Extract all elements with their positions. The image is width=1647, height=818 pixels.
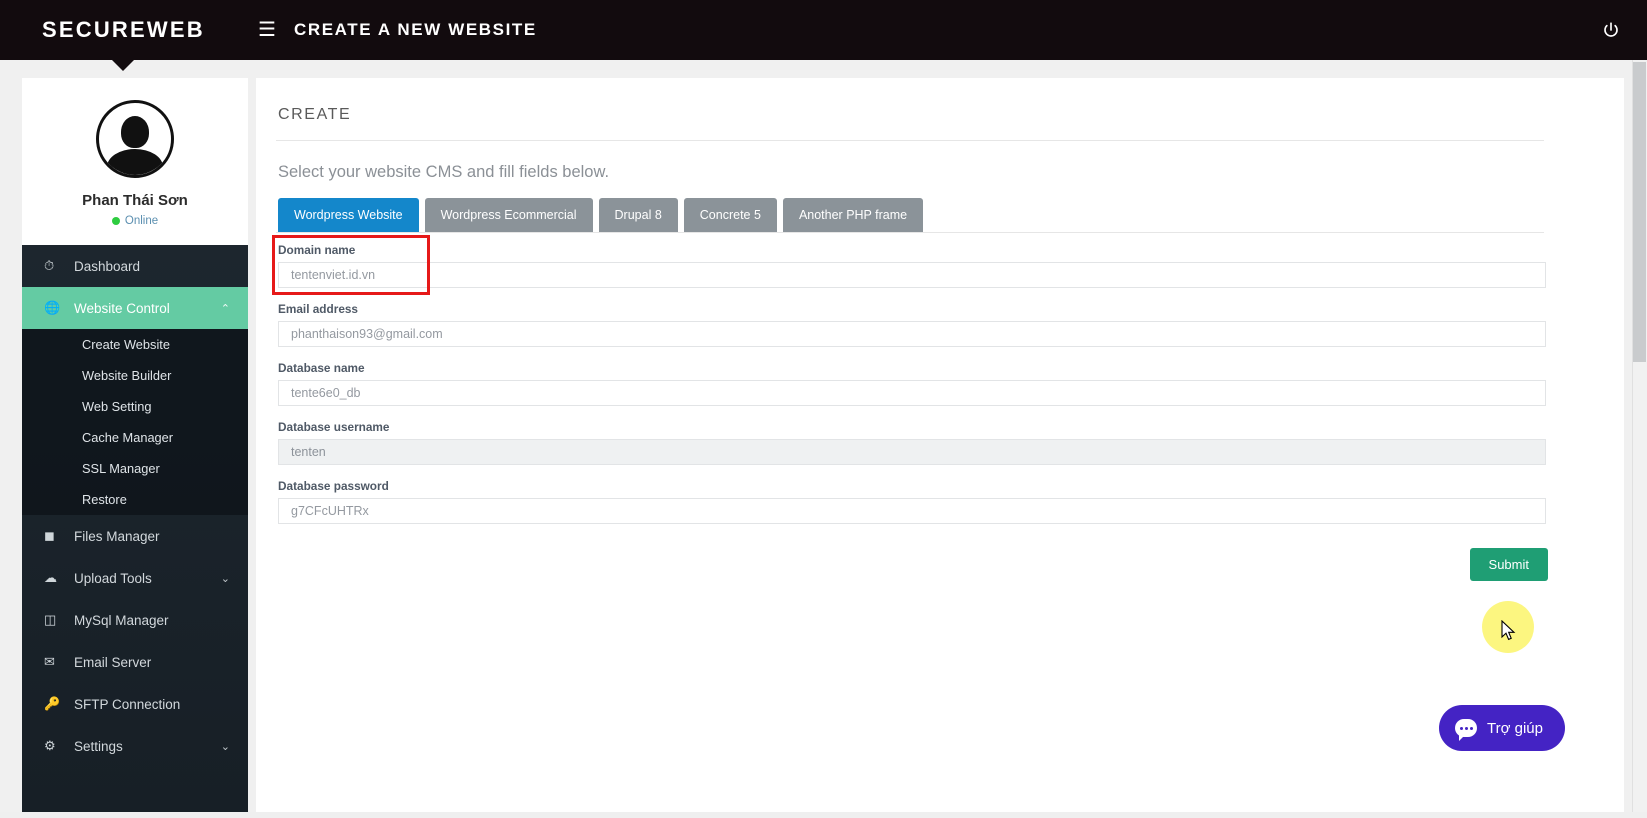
help-chat-button[interactable]: Trợ giúp	[1439, 705, 1565, 751]
field-label: Database password	[278, 479, 389, 493]
tab-another-php-frame[interactable]: Another PHP frame	[782, 198, 924, 232]
sidebar-nav: ⏱ Dashboard 🌐 Website Control ⌃ Create W…	[22, 245, 248, 767]
field-database-name: Database name	[278, 361, 1584, 406]
field-domain-name: Domain name	[272, 235, 1584, 295]
profile-card: Phan Thái Sơn Online	[22, 78, 248, 245]
title-divider	[276, 140, 1544, 141]
submit-row: Submit	[278, 548, 1548, 581]
cloud-upload-icon: ☁	[44, 570, 57, 585]
sidebar-item-sftp-connection[interactable]: 🔑 SFTP Connection	[22, 683, 248, 725]
sidebar-subitem-website-builder[interactable]: Website Builder	[22, 360, 248, 391]
sidebar-subitem-label: Cache Manager	[82, 430, 174, 445]
profile-name: Phan Thái Sơn	[82, 192, 188, 209]
database-username-input[interactable]	[278, 439, 1546, 465]
chevron-down-icon: ⌄	[220, 572, 230, 585]
sidebar: Phan Thái Sơn Online ⏱ Dashboard 🌐 Websi…	[22, 78, 248, 818]
sidebar-item-label: Settings	[74, 738, 123, 754]
sidebar-item-upload-tools[interactable]: ☁ Upload Tools ⌄	[22, 557, 248, 599]
status-badge: Online	[22, 215, 248, 227]
online-dot-icon	[111, 216, 120, 225]
sidebar-item-settings[interactable]: ⚙ Settings ⌄	[22, 725, 248, 767]
tab-wordpress-ecommercial[interactable]: Wordpress Ecommercial	[424, 198, 593, 232]
sidebar-subitem-label: SSL Manager	[82, 461, 160, 476]
sidebar-subitem-ssl-manager[interactable]: SSL Manager	[22, 453, 248, 484]
sidebar-item-label: SFTP Connection	[74, 696, 181, 712]
brand-logo[interactable]: SECUREWEB	[0, 17, 248, 43]
envelope-icon: ✉	[44, 654, 55, 669]
key-icon: 🔑	[44, 696, 61, 711]
sidebar-subitem-web-setting[interactable]: Web Setting	[22, 391, 248, 422]
field-label: Email address	[278, 302, 358, 316]
power-icon[interactable]	[1599, 18, 1623, 42]
header-notch	[112, 60, 134, 71]
tab-wordpress-website[interactable]: Wordpress Website	[278, 198, 419, 232]
database-icon: ◫	[44, 612, 57, 627]
page-scrollbar-thumb[interactable]	[1633, 62, 1646, 362]
sidebar-item-website-control[interactable]: 🌐 Website Control ⌃	[22, 287, 248, 329]
tab-drupal-8[interactable]: Drupal 8	[598, 198, 678, 232]
field-label: Database name	[278, 361, 365, 375]
email-address-input[interactable]	[278, 321, 1546, 347]
section-subtitle: Select your website CMS and fill fields …	[278, 163, 610, 181]
bottom-strip	[0, 812, 1647, 818]
field-email-address: Email address	[278, 302, 1584, 347]
create-website-form: Domain name Email address Database name …	[272, 233, 1584, 581]
sidebar-item-label: Upload Tools	[74, 570, 152, 586]
sidebar-item-email-server[interactable]: ✉ Email Server	[22, 641, 248, 683]
sidebar-subitem-label: Restore	[82, 492, 127, 507]
sidebar-subitem-cache-manager[interactable]: Cache Manager	[22, 422, 248, 453]
speedometer-icon: ⏱	[44, 258, 55, 273]
sidebar-item-mysql-manager[interactable]: ◫ MySql Manager	[22, 599, 248, 641]
sidebar-item-files-manager[interactable]: ◼ Files Manager	[22, 515, 248, 557]
folder-icon: ◼	[44, 528, 55, 543]
field-database-username: Database username	[278, 420, 1584, 465]
field-label: Database username	[278, 420, 390, 434]
app-root: SECUREWEB ☰ CREATE A NEW WEBSITE Phan Th…	[0, 0, 1647, 818]
globe-icon: 🌐	[44, 300, 61, 315]
help-chat-label: Trợ giúp	[1487, 719, 1543, 737]
sidebar-subitem-label: Create Website	[82, 337, 170, 352]
sidebar-item-label: Website Control	[74, 300, 170, 316]
sidebar-item-label: Email Server	[74, 654, 152, 670]
domain-name-input[interactable]	[278, 262, 1546, 288]
top-header: SECUREWEB ☰ CREATE A NEW WEBSITE	[0, 0, 1647, 60]
gears-icon: ⚙	[44, 738, 56, 753]
chat-bubble-icon	[1455, 719, 1477, 741]
sidebar-item-label: Dashboard	[74, 258, 141, 274]
section-title: CREATE	[278, 106, 352, 123]
database-password-input[interactable]	[278, 498, 1546, 524]
chevron-up-icon: ⌃	[220, 302, 230, 315]
sidebar-subitem-create-website[interactable]: Create Website	[22, 329, 248, 360]
hamburger-icon[interactable]: ☰	[258, 20, 276, 40]
sidebar-subitem-label: Web Setting	[82, 399, 152, 414]
chevron-down-icon: ⌄	[220, 740, 230, 753]
field-database-password: Database password	[278, 479, 1584, 524]
database-name-input[interactable]	[278, 380, 1546, 406]
sidebar-item-label: MySql Manager	[74, 612, 169, 628]
page-title: CREATE A NEW WEBSITE	[293, 20, 537, 39]
field-label: Domain name	[278, 243, 356, 257]
sidebar-item-label: Files Manager	[74, 528, 160, 544]
sidebar-item-dashboard[interactable]: ⏱ Dashboard	[22, 245, 248, 287]
sidebar-submenu-website-control: Create Website Website Builder Web Setti…	[22, 329, 248, 515]
main-panel: CREATE Select your website CMS and fill …	[256, 78, 1624, 818]
submit-button[interactable]: Submit	[1469, 548, 1548, 581]
status-label: Online	[124, 215, 159, 227]
sidebar-subitem-restore[interactable]: Restore	[22, 484, 248, 515]
user-avatar-icon	[96, 100, 174, 178]
cms-tabs: Wordpress Website Wordpress Ecommercial …	[276, 198, 1584, 232]
mouse-cursor-icon	[1501, 620, 1516, 641]
tab-concrete-5[interactable]: Concrete 5	[683, 198, 777, 232]
sidebar-subitem-label: Website Builder	[82, 368, 172, 383]
